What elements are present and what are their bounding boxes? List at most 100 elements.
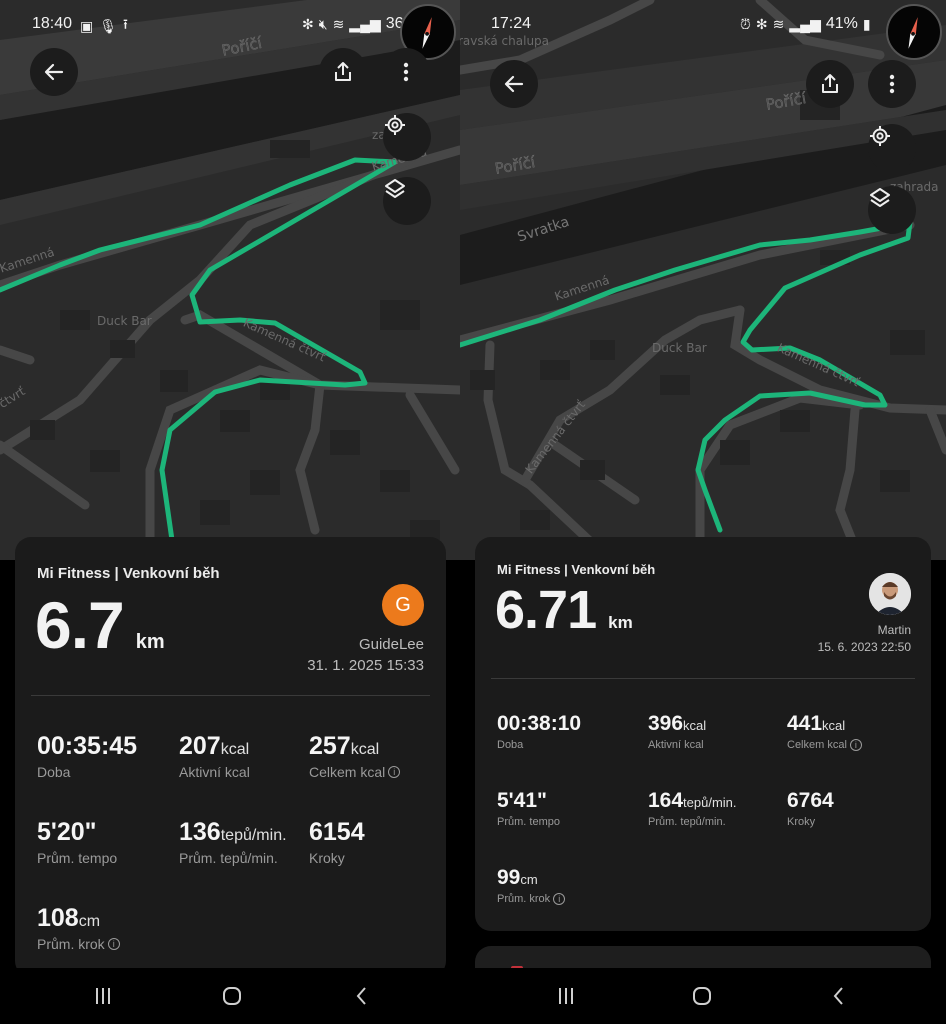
stat-label-text: Celkem kcal xyxy=(309,764,386,780)
distance: 6.71 km xyxy=(495,579,633,641)
locate-button[interactable] xyxy=(383,113,431,161)
back-nav-button[interactable] xyxy=(824,982,854,1010)
stats-grid: 00:38:10 Doba 396kcal Aktivní kcal 441kcal Ce… xyxy=(497,712,917,905)
stat-value: 99cm xyxy=(497,866,648,890)
stat-label: Prům. tepů/min. xyxy=(648,816,787,828)
stat-number: 396 xyxy=(648,712,684,735)
microphone-icon: 🎙︎ xyxy=(99,17,118,34)
image-icon: ▣ xyxy=(80,17,94,34)
distance-value: 6.7 xyxy=(35,588,125,662)
home-button[interactable] xyxy=(687,982,717,1010)
info-icon[interactable]: i xyxy=(107,938,120,950)
status-time: 18:40 xyxy=(32,15,73,32)
share-button[interactable] xyxy=(806,60,854,108)
system-navigation-bar xyxy=(460,968,946,1024)
stat-label-text: Prům. tempo xyxy=(37,850,118,866)
back-button[interactable] xyxy=(30,48,78,96)
phone-screen-left: Poříčí za řekou Kamenná Kamenná Duck Bar… xyxy=(0,0,460,1024)
more-vertical-icon xyxy=(889,74,895,94)
info-icon[interactable]: i xyxy=(388,766,401,778)
home-button[interactable] xyxy=(217,982,247,1010)
info-icon[interactable]: i xyxy=(553,893,566,905)
stat-number: 5'20" xyxy=(37,818,97,846)
user-name: GuideLee xyxy=(358,636,424,653)
stat-number: 6154 xyxy=(309,818,365,846)
stat-value: 257kcal xyxy=(309,732,439,761)
info-icon[interactable]: i xyxy=(849,739,862,751)
distance-unit: km xyxy=(608,613,633,632)
stat-item: 5'41" Prům. tempo xyxy=(497,789,648,828)
stat-label: Aktivní kcal xyxy=(648,739,787,751)
share-icon xyxy=(335,62,351,81)
user-block: G GuideLee 31. 1. 2025 15:33 xyxy=(307,584,424,674)
stat-item: 00:35:45 Doba xyxy=(37,732,179,780)
locate-icon xyxy=(385,115,405,135)
stat-item: 6764 Kroky xyxy=(787,789,917,828)
workout-summary-card: Mi Fitness | Venkovní běh 6.71 km Martin … xyxy=(475,537,931,931)
stat-number: 5'41" xyxy=(497,789,547,812)
more-vertical-icon xyxy=(403,62,409,82)
user-block: Martin 15. 6. 2023 22:50 xyxy=(818,573,911,654)
stat-number: 441 xyxy=(787,712,823,735)
stat-label: Aktivní kcal xyxy=(179,764,309,780)
locate-button[interactable] xyxy=(868,124,916,172)
more-options-button[interactable] xyxy=(868,60,916,108)
back-button[interactable] xyxy=(490,60,538,108)
stat-label-text: Prům. krok xyxy=(37,936,105,952)
more-options-button[interactable] xyxy=(382,48,430,96)
stat-number: 136 xyxy=(179,818,221,846)
status-right-icons: ⏰︎ ✻ ≋ ▂▄▆ 41% ▮ xyxy=(740,15,871,33)
stat-number: 00:38:10 xyxy=(497,712,582,735)
share-button[interactable] xyxy=(319,48,367,96)
map-label: Duck Bar xyxy=(97,314,152,328)
stat-label-text: Prům. krok xyxy=(497,893,551,905)
stat-label: Celkem kcal i xyxy=(787,739,917,751)
stat-unit: kcal xyxy=(350,741,380,758)
signal-icon: ▂▄▆ xyxy=(789,15,821,32)
arrow-left-icon xyxy=(44,63,64,81)
phone-screen-right: ravská chalupa Poříčí Poříčí Svratka zah… xyxy=(460,0,946,1024)
stat-number: 00:35:45 xyxy=(37,732,138,760)
back-nav-button[interactable] xyxy=(347,982,377,1010)
stat-number: 257 xyxy=(309,732,351,760)
avatar[interactable] xyxy=(869,573,911,615)
stat-value: 00:38:10 xyxy=(497,712,648,736)
stat-label: Kroky xyxy=(309,850,439,866)
recent-apps-button[interactable] xyxy=(551,982,581,1010)
map-label: Duck Bar xyxy=(652,341,707,355)
workout-summary-card: Mi Fitness | Venkovní běh 6.7 km G GuideL… xyxy=(15,537,446,977)
status-time: 17:24 xyxy=(491,15,532,32)
stat-label: Doba xyxy=(37,764,179,780)
stat-item: 99cm Prům. krok i xyxy=(497,866,648,905)
workout-datetime: 31. 1. 2025 15:33 xyxy=(307,657,424,674)
stat-value: 5'20" xyxy=(37,818,179,847)
stat-item: 108cm Prům. krok i xyxy=(37,904,179,952)
stat-item: 441kcal Celkem kcal i xyxy=(787,712,917,751)
workout-datetime: 15. 6. 2023 22:50 xyxy=(817,640,911,654)
stat-unit: cm xyxy=(520,872,538,887)
stat-item: 6154 Kroky xyxy=(309,818,439,866)
layers-button[interactable] xyxy=(868,186,916,234)
chevron-left-icon xyxy=(356,987,366,1005)
battery-level: 41% xyxy=(825,15,858,32)
distance: 6.7 km xyxy=(35,587,165,663)
compass-button[interactable] xyxy=(886,4,942,60)
status-left-icons: ▣ 🎙︎ ⭱ xyxy=(80,14,128,38)
bluetooth-icon: ✻ xyxy=(302,15,314,32)
stat-item: 207kcal Aktivní kcal xyxy=(179,732,309,780)
locate-icon xyxy=(870,126,890,146)
layers-button[interactable] xyxy=(383,177,431,225)
avatar[interactable]: G xyxy=(382,584,424,626)
stat-label-text: Prům. tepů/min. xyxy=(648,816,726,828)
workout-title: Mi Fitness | Venkovní běh xyxy=(37,565,220,582)
stat-label-text: Doba xyxy=(37,764,71,780)
divider xyxy=(491,678,915,679)
recent-apps-icon xyxy=(96,988,110,1004)
user-photo-icon xyxy=(869,573,911,615)
stat-unit: tepů/min. xyxy=(683,795,737,810)
stat-item: 00:38:10 Doba xyxy=(497,712,648,751)
stat-label: Prům. tepů/min. xyxy=(179,850,309,866)
recent-apps-button[interactable] xyxy=(88,982,118,1010)
signal-icon: ▂▄▆ xyxy=(349,15,381,32)
stat-unit: kcal xyxy=(220,741,250,758)
